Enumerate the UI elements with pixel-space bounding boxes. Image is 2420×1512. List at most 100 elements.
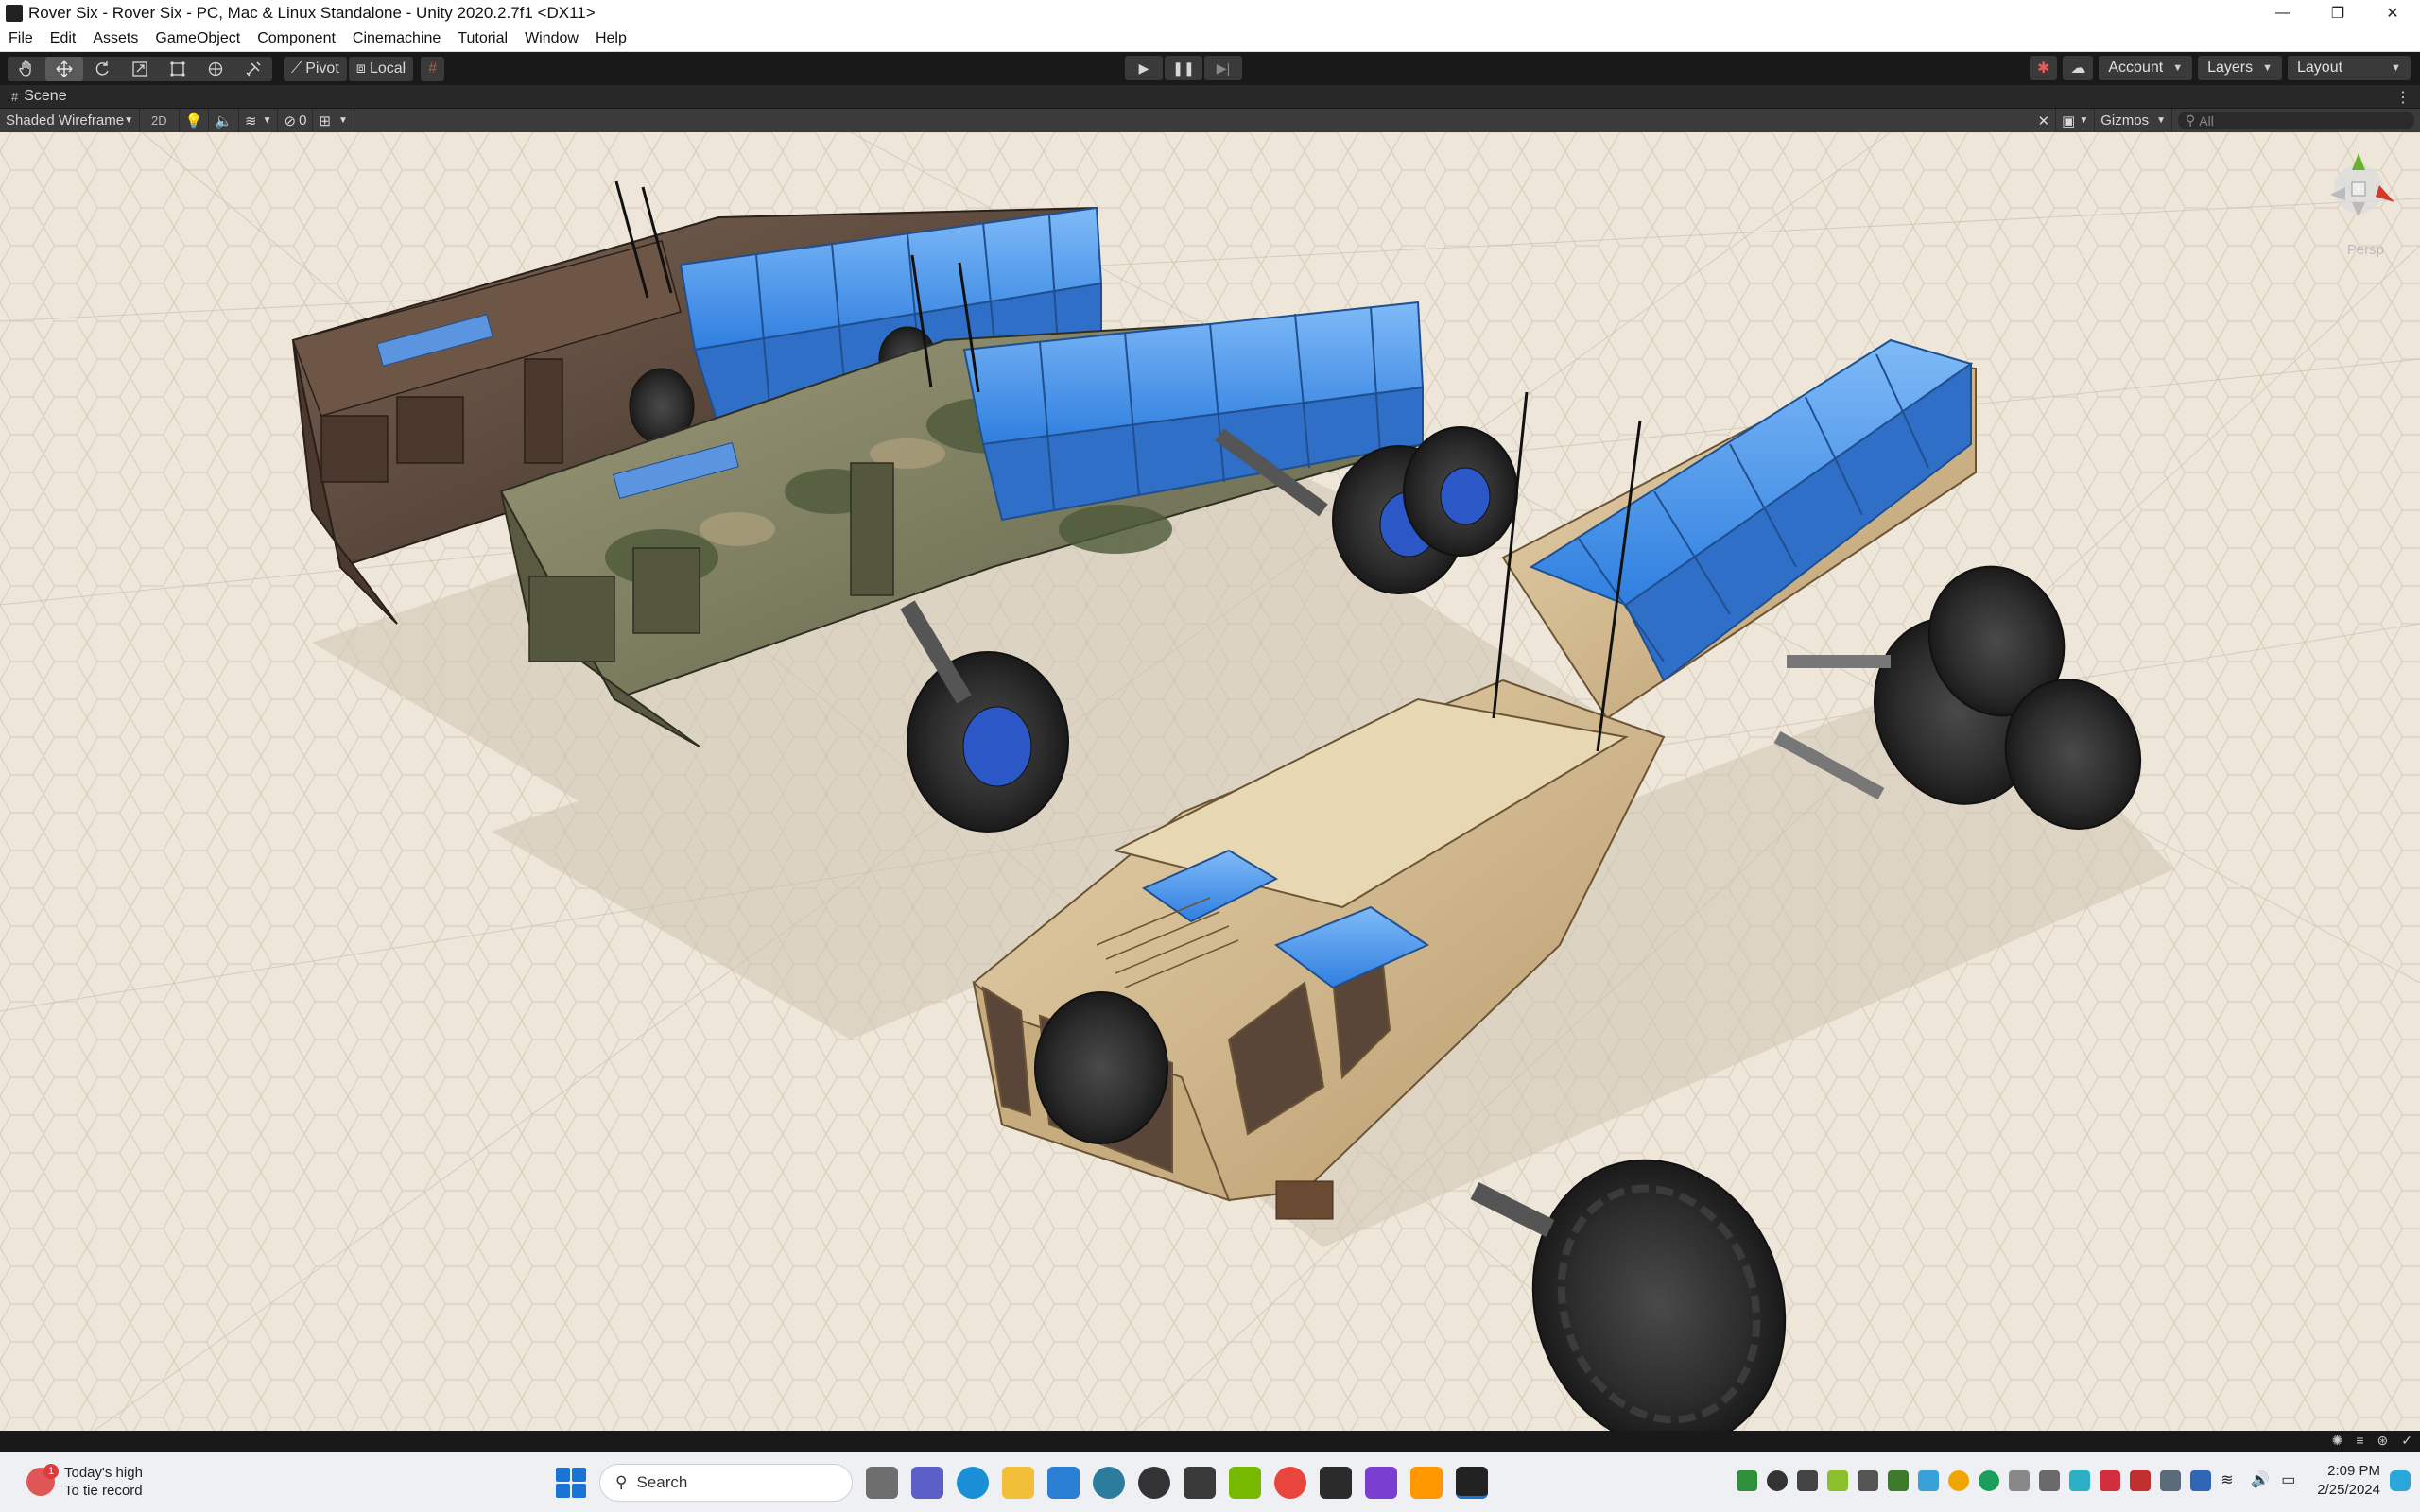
eye-slash-icon: ⊘ — [284, 112, 297, 129]
menu-assets[interactable]: Assets — [84, 30, 147, 47]
tray-app-icon[interactable] — [2130, 1470, 2152, 1491]
gizmos-dropdown[interactable]: Gizmos ▼ — [2095, 109, 2172, 132]
file-explorer-icon[interactable] — [1002, 1467, 1034, 1499]
projection-label[interactable]: Persp — [2347, 242, 2384, 258]
weather-subtitle: To tie record — [64, 1483, 143, 1499]
video-editor-icon[interactable] — [1365, 1467, 1397, 1499]
camera-dropdown[interactable]: ▣ ▼ — [2056, 109, 2096, 132]
collab-button[interactable]: ✱ — [2029, 56, 2058, 80]
task-view-icon[interactable] — [866, 1467, 898, 1499]
copilot-icon[interactable] — [2390, 1470, 2411, 1491]
tray-app-icon[interactable] — [1979, 1470, 2000, 1491]
menu-gameobject[interactable]: GameObject — [147, 30, 249, 47]
teams-icon[interactable] — [911, 1467, 943, 1499]
transform-tool-button[interactable] — [197, 57, 234, 81]
wifi-icon[interactable]: ≋ — [2221, 1470, 2241, 1491]
tray-app-icon[interactable] — [2039, 1470, 2061, 1491]
tools-button[interactable]: ✕ — [2032, 109, 2057, 132]
bluetooth-icon[interactable] — [1797, 1470, 1819, 1491]
menu-edit[interactable]: Edit — [42, 30, 85, 47]
minimize-button[interactable]: — — [2256, 0, 2310, 26]
grid-snap-button[interactable]: # — [421, 56, 445, 81]
tray-app-icon[interactable] — [1827, 1470, 1849, 1491]
effects-dropdown[interactable]: ≋ ▼ — [239, 109, 279, 132]
xbox-icon[interactable] — [1767, 1470, 1789, 1491]
tray-app-icon[interactable] — [2190, 1470, 2212, 1491]
debug-icon[interactable]: ⊛ — [2377, 1433, 2389, 1449]
clock[interactable]: 2:09 PM 2/25/2024 — [2317, 1462, 2380, 1500]
chrome-icon[interactable] — [1274, 1467, 1306, 1499]
rect-tool-button[interactable] — [159, 57, 197, 81]
store-icon[interactable] — [1047, 1467, 1080, 1499]
search-icon: ⚲ — [615, 1473, 628, 1491]
lighting-toggle[interactable]: 💡 — [180, 109, 210, 132]
weather-widget[interactable]: 1 Today's high To tie record — [26, 1464, 143, 1500]
chevron-down-icon: ▼ — [2391, 62, 2401, 74]
tray-app-icon[interactable] — [2069, 1470, 2091, 1491]
grid-dropdown[interactable]: ⊞ ▼ — [313, 109, 354, 132]
clock-time: 2:09 PM — [2327, 1463, 2380, 1479]
draw-mode-dropdown[interactable]: Shaded Wireframe ▼ — [0, 109, 140, 132]
2d-toggle[interactable]: 2D — [140, 109, 180, 132]
tray-app-icon[interactable] — [1948, 1470, 1970, 1491]
weather-badge: 1 — [43, 1464, 59, 1479]
custom-tool-button[interactable] — [234, 57, 272, 81]
tray-app-icon[interactable] — [1888, 1470, 1910, 1491]
scale-tool-button[interactable] — [121, 57, 159, 81]
tray-app-icon[interactable] — [2160, 1470, 2182, 1491]
layout-dropdown[interactable]: Layout ▼ — [2288, 56, 2411, 80]
unity-icon[interactable] — [1456, 1467, 1488, 1499]
edge-icon[interactable] — [957, 1467, 989, 1499]
account-dropdown[interactable]: Account ▼ — [2099, 56, 2193, 80]
vs-icon[interactable] — [1858, 1470, 1879, 1491]
tab-scene[interactable]: # Scene — [0, 88, 67, 105]
pivot-toggle[interactable]: ⟋ Pivot — [284, 56, 347, 81]
tray-app-icon[interactable] — [1918, 1470, 1940, 1491]
battery-icon[interactable]: ▭ — [2281, 1470, 2302, 1491]
scene-viewport[interactable]: Persp — [0, 132, 2420, 1431]
taskbar-search[interactable]: ⚲ Search — [599, 1464, 853, 1502]
rotate-tool-button[interactable] — [83, 57, 121, 81]
shield-icon[interactable] — [1184, 1467, 1216, 1499]
more-options-icon[interactable]: ⋮ — [2395, 88, 2411, 107]
play-button[interactable]: ▶ — [1125, 56, 1163, 80]
scene-search-input[interactable]: ⚲ All — [2178, 112, 2414, 129]
browser-icon[interactable] — [1093, 1467, 1125, 1499]
hand-tool-button[interactable] — [8, 57, 45, 81]
database-icon[interactable]: ≡ — [2356, 1433, 2363, 1449]
restore-button[interactable]: ❐ — [2310, 0, 2365, 26]
local-toggle[interactable]: ⧈ Local — [348, 56, 414, 81]
menu-component[interactable]: Component — [249, 30, 344, 47]
chevron-down-icon: ▼ — [2079, 115, 2089, 126]
sublime-icon[interactable] — [1410, 1467, 1443, 1499]
pause-button[interactable]: ❚❚ — [1165, 56, 1202, 80]
menu-window[interactable]: Window — [516, 30, 587, 47]
start-button[interactable] — [556, 1468, 586, 1498]
hidden-objects-toggle[interactable]: ⊘ 0 — [278, 109, 314, 132]
rotate-icon — [95, 60, 109, 76]
pivot-label: Pivot — [305, 60, 339, 77]
check-icon[interactable]: ✓ — [2401, 1433, 2412, 1449]
layers-dropdown[interactable]: Layers ▼ — [2198, 56, 2282, 80]
menu-cinemachine[interactable]: Cinemachine — [344, 30, 449, 47]
menu-tutorial[interactable]: Tutorial — [449, 30, 516, 47]
calculator-icon[interactable] — [1320, 1467, 1352, 1499]
onedrive-icon[interactable] — [2009, 1470, 2031, 1491]
move-tool-button[interactable] — [45, 56, 83, 81]
alien-icon[interactable] — [1138, 1467, 1170, 1499]
step-button[interactable]: ▶| — [1204, 56, 1242, 80]
tray-app-icon[interactable] — [1737, 1470, 1758, 1491]
cloud-button[interactable]: ☁ — [2063, 56, 2094, 80]
menu-help[interactable]: Help — [587, 30, 635, 47]
windows-taskbar: 1 Today's high To tie record ⚲ Search ≋ … — [0, 1452, 2420, 1512]
nvidia-icon[interactable] — [1229, 1467, 1261, 1499]
scene-render[interactable] — [0, 132, 2420, 1431]
volume-icon[interactable]: 🔊 — [2251, 1470, 2272, 1491]
close-button[interactable]: ✕ — [2365, 0, 2420, 26]
audio-toggle[interactable]: 🔈 — [209, 109, 239, 132]
main-toolbar: ⟋ Pivot ⧈ Local # ▶ ❚❚ ▶| ✱ ☁ Account ▼ … — [0, 52, 2420, 85]
window-title: Rover Six - Rover Six - PC, Mac & Linux … — [28, 4, 596, 22]
tray-app-icon[interactable] — [2100, 1470, 2121, 1491]
bug-icon[interactable]: ✺ — [2332, 1433, 2343, 1449]
menu-file[interactable]: File — [0, 30, 42, 47]
